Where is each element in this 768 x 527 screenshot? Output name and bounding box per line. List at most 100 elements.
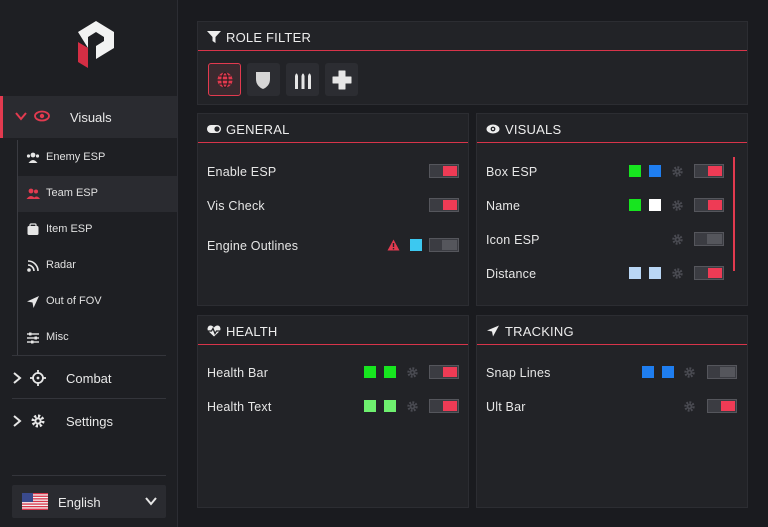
color-swatch[interactable] (642, 366, 654, 378)
nav-settings[interactable]: Settings (0, 400, 177, 442)
setting-row-icon-esp: Icon ESP (477, 228, 747, 252)
divider (12, 355, 166, 356)
us-flag-icon (22, 493, 48, 510)
color-swatch[interactable] (629, 165, 641, 177)
sidebar-item-misc[interactable]: Misc (17, 320, 177, 356)
setting-label: Health Bar (207, 366, 269, 380)
gear-icon[interactable] (672, 268, 683, 279)
vis-check-toggle[interactable] (429, 198, 459, 212)
setting-label: Vis Check (207, 199, 265, 213)
gear-icon[interactable] (672, 166, 683, 177)
gear-icon[interactable] (684, 367, 695, 378)
role-all-button[interactable] (208, 63, 241, 96)
role-damage-button[interactable] (286, 63, 319, 96)
setting-label: Enable ESP (207, 165, 277, 179)
toggle-icon (207, 125, 221, 133)
color-swatch[interactable] (384, 366, 396, 378)
health-bar-toggle[interactable] (429, 365, 459, 379)
setting-label: Snap Lines (486, 366, 551, 380)
name-toggle[interactable] (694, 198, 724, 212)
color-swatch[interactable] (364, 400, 376, 412)
sidebar-item-label: Misc (46, 331, 69, 343)
color-swatch[interactable] (649, 199, 661, 211)
cross-icon (332, 70, 352, 90)
location-arrow-icon (27, 296, 39, 308)
box-esp-toggle[interactable] (694, 164, 724, 178)
setting-label: Ult Bar (486, 400, 526, 414)
sidebar-item-radar[interactable]: Radar (17, 248, 177, 284)
sidebar-item-label: Out of FOV (46, 295, 102, 307)
crosshair-icon (30, 370, 46, 386)
setting-row-box-esp: Box ESP (477, 160, 747, 184)
radar-icon (27, 260, 39, 272)
panel-header: ROLE FILTER (198, 22, 747, 51)
color-swatch[interactable] (410, 239, 422, 251)
box-icon (27, 223, 39, 235)
sidebar-item-label: Team ESP (46, 187, 98, 199)
gear-icon (31, 414, 45, 428)
nav-visuals-label: Visuals (70, 110, 112, 125)
setting-label: Engine Outlines (207, 239, 299, 253)
color-swatch[interactable] (649, 165, 661, 177)
ammo-icon (295, 73, 311, 89)
panel-title: VISUALS (505, 122, 562, 137)
nav-combat[interactable]: Combat (0, 357, 177, 399)
panel-title: HEALTH (226, 324, 278, 339)
sidebar-item-team-esp[interactable]: Team ESP (17, 176, 177, 212)
enable-esp-toggle[interactable] (429, 164, 459, 178)
panel-title: TRACKING (505, 324, 574, 339)
role-support-button[interactable] (325, 63, 358, 96)
sidebar-item-label: Item ESP (46, 223, 93, 235)
role-filter-panel: ROLE FILTER (197, 21, 748, 105)
role-tank-button[interactable] (247, 63, 280, 96)
nav-visuals[interactable]: Visuals (0, 96, 177, 138)
sidebar-item-out-of-fov[interactable]: Out of FOV (17, 284, 177, 320)
users-icon (26, 188, 40, 199)
warning-icon[interactable] (387, 239, 400, 251)
panel-header: HEALTH (198, 316, 468, 345)
gear-icon[interactable] (407, 367, 418, 378)
sidebar-item-item-esp[interactable]: Item ESP (17, 212, 177, 248)
chevron-down-icon (145, 497, 157, 506)
engine-outlines-toggle[interactable] (429, 238, 459, 252)
heartbeat-icon (207, 325, 221, 337)
divider (12, 398, 166, 399)
color-swatch[interactable] (629, 199, 641, 211)
sliders-icon (27, 332, 39, 344)
gear-icon[interactable] (672, 200, 683, 211)
chevron-right-icon (13, 372, 22, 384)
setting-row-vis-check: Vis Check (198, 194, 468, 218)
tracking-panel: TRACKING Snap Lines Ult Bar (476, 315, 748, 508)
scrollbar[interactable] (733, 157, 735, 271)
eye-icon (486, 124, 500, 134)
health-text-toggle[interactable] (429, 399, 459, 413)
color-swatch[interactable] (364, 366, 376, 378)
color-swatch[interactable] (649, 267, 661, 279)
setting-label: Name (486, 199, 521, 213)
language-select[interactable]: English (12, 485, 166, 518)
language-label: English (58, 495, 101, 510)
gear-icon[interactable] (407, 401, 418, 412)
snap-lines-toggle[interactable] (707, 365, 737, 379)
setting-row-health-text: Health Text (198, 395, 468, 419)
panel-title: GENERAL (226, 122, 290, 137)
chevron-right-icon (13, 415, 22, 427)
panel-header: GENERAL (198, 114, 468, 143)
setting-row-snap-lines: Snap Lines (477, 361, 747, 385)
sidebar: Visuals Enemy ESP Team ESP Item ESP Rada… (0, 0, 178, 527)
gear-icon[interactable] (684, 401, 695, 412)
setting-label: Box ESP (486, 165, 538, 179)
icon-esp-toggle[interactable] (694, 232, 724, 246)
general-panel: GENERAL Enable ESP Vis Check Engine Outl… (197, 113, 469, 306)
panel-header: VISUALS (477, 114, 747, 143)
color-swatch[interactable] (662, 366, 674, 378)
visuals-panel: VISUALS Box ESP Name Icon ESP Distance (476, 113, 748, 306)
color-swatch[interactable] (629, 267, 641, 279)
distance-toggle[interactable] (694, 266, 724, 280)
sidebar-item-enemy-esp[interactable]: Enemy ESP (17, 140, 177, 176)
color-swatch[interactable] (384, 400, 396, 412)
ult-bar-toggle[interactable] (707, 399, 737, 413)
panel-header: TRACKING (477, 316, 747, 345)
location-arrow-icon (487, 325, 499, 337)
gear-icon[interactable] (672, 234, 683, 245)
